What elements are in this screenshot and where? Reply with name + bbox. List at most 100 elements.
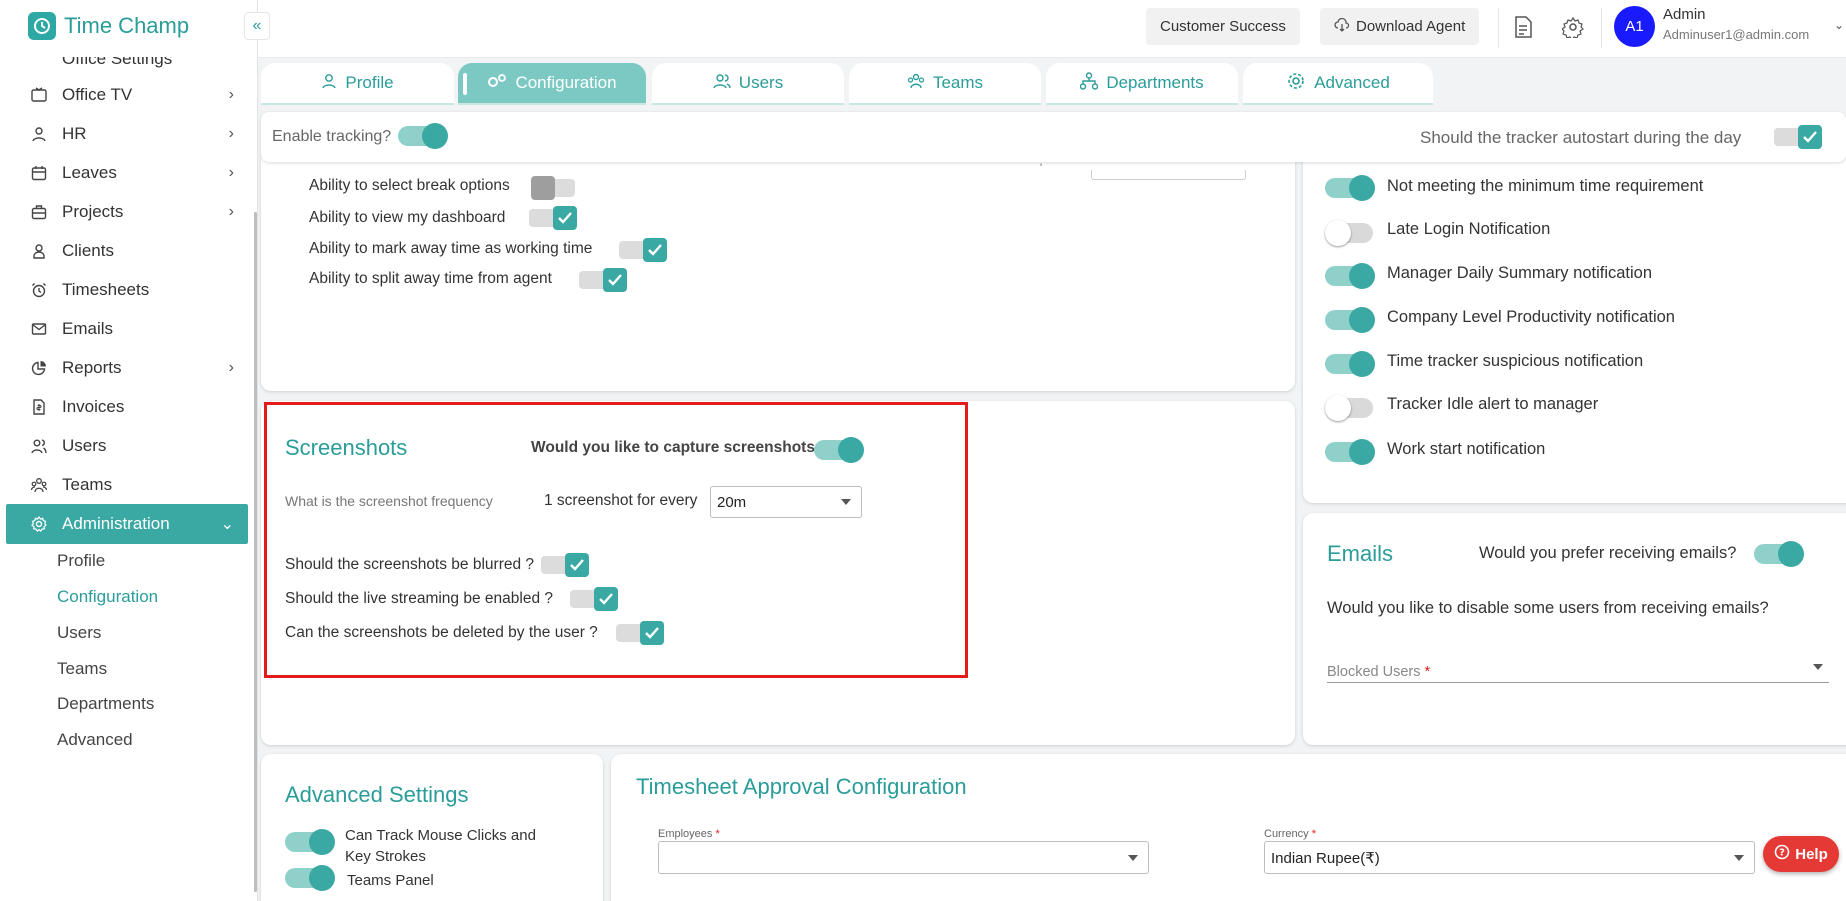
sidebar-item-projects[interactable]: Projects › [6,192,248,232]
work-start-notification-toggle[interactable] [1325,438,1377,466]
company-productivity-notification-toggle[interactable] [1325,306,1377,334]
notification-label: Company Level Productivity notification [1387,308,1675,326]
sidebar-scrollbar[interactable] [254,212,257,892]
settings-gear-icon[interactable] [1561,15,1585,39]
tracking-bar: Enable tracking? Should the tracker auto… [261,112,1846,162]
mail-icon [30,320,48,338]
sidebar-item-users[interactable]: Users [6,426,248,466]
divider [1601,8,1602,48]
min-time-notification-toggle[interactable] [1325,174,1377,202]
sidebar-item-emails[interactable]: Emails [6,309,248,349]
download-agent-button[interactable]: Download Agent [1320,8,1480,45]
chevron-right-icon: › [228,86,234,103]
suspicious-notification-toggle[interactable] [1325,350,1377,378]
autostart-checkbox-toggle[interactable] [1774,125,1824,149]
sidebar-subitem-advanced[interactable]: Advanced [57,730,133,750]
sidebar-item-clients[interactable]: Clients [6,231,248,271]
chevron-right-icon: › [228,203,234,220]
invoice-icon [30,398,48,416]
sidebar-item-office-settings[interactable]: Office Settings [6,57,248,69]
pie-icon [30,359,48,377]
employees-select[interactable] [658,841,1149,874]
customer-success-label: Customer Success [1160,18,1286,35]
sidebar-item-administration[interactable]: Administration ⌄ [6,504,248,544]
dropdown-arrow-icon [1813,664,1823,670]
user-name[interactable]: Admin [1663,6,1706,23]
client-icon [30,242,48,260]
sidebar: Time Champ Office Settings Office TV › HR ›… [0,0,258,901]
currency-select[interactable]: Indian Rupee(₹) [1264,841,1755,874]
emails-card: Emails Would you prefer receiving emails… [1303,513,1846,745]
mouse-clicks-toggle[interactable] [285,828,337,856]
sidebar-item-timesheets[interactable]: Timesheets [6,270,248,310]
sidebar-subitem-users[interactable]: Users [57,623,101,643]
tab-departments[interactable]: Departments [1046,63,1238,105]
required-mark: * [715,828,720,840]
sidebar-subitem-teams[interactable]: Teams [57,659,107,679]
tab-teams[interactable]: Teams [849,63,1041,105]
sidebar-item-label: Office TV [62,85,133,104]
view-dashboard-toggle[interactable] [529,206,579,230]
tab-configuration[interactable]: Configuration [458,63,646,105]
enable-tracking-toggle[interactable] [398,122,450,150]
sidebar-item-label: Users [62,436,107,455]
tab-label: Departments [1106,73,1204,92]
sidebar-item-label: Emails [62,319,114,338]
calendar-icon [30,164,48,182]
ability-label: Ability to split away time from agent [309,270,552,287]
away-time-working-toggle[interactable] [619,238,669,262]
notification-label: Late Login Notification [1387,220,1551,238]
sidebar-item-label: Timesheets [62,280,150,299]
users-icon [30,437,48,455]
partial-input-field[interactable] [1091,170,1246,180]
svg-text:?: ? [1779,848,1785,859]
help-button[interactable]: ? Help [1763,836,1839,872]
break-options-toggle[interactable] [531,176,581,200]
app-name: Time Champ [64,13,190,38]
customer-success-button[interactable]: Customer Success [1146,8,1300,45]
tab-profile[interactable]: Profile [261,63,454,105]
chevron-right-icon: › [228,359,234,376]
tab-label: Configuration [515,73,617,92]
prefer-emails-toggle[interactable] [1754,540,1806,568]
partial-label-mark: ' [1040,162,1043,174]
idle-alert-notification-toggle[interactable] [1325,394,1377,422]
late-login-notification-toggle[interactable] [1325,219,1377,247]
user-avatar[interactable]: A1 [1614,6,1655,47]
document-icon[interactable] [1511,15,1535,39]
ability-label: Ability to select break options [309,177,510,194]
teams-panel-toggle[interactable] [285,864,337,892]
tab-advanced[interactable]: Advanced [1243,63,1433,105]
sidebar-subitem-configuration[interactable]: Configuration [57,587,158,607]
users-icon [713,73,731,94]
dropdown-arrow-icon [1734,854,1744,861]
download-agent-label: Download Agent [1356,18,1466,35]
split-away-time-toggle[interactable] [579,268,629,292]
help-circle-icon: ? [1774,844,1790,864]
divider [1498,8,1499,48]
sidebar-item-reports[interactable]: Reports › [6,348,248,388]
app-logo[interactable]: Time Champ [28,12,189,40]
collapse-sidebar-button[interactable]: « [244,12,270,40]
autostart-label: Should the tracker autostart during the … [1420,128,1742,147]
sidebar-item-office-tv[interactable]: Office TV › [6,75,248,115]
manager-summary-notification-toggle[interactable] [1325,262,1377,290]
currency-field-label: Currency * [1264,828,1316,840]
sidebar-item-label: Clients [62,241,114,260]
briefcase-icon [30,203,48,221]
sidebar-item-label: Teams [62,475,113,494]
user-menu-chevron-icon[interactable]: ⌄ [1834,18,1844,32]
sidebar-subitem-departments[interactable]: Departments [57,694,154,714]
advanced-settings-card: Advanced Settings Can Track Mouse Clicks… [261,754,603,901]
sidebar-item-teams[interactable]: Teams [6,465,248,505]
sidebar-item-leaves[interactable]: Leaves › [6,153,248,193]
tab-users[interactable]: Users [652,63,844,105]
sidebar-item-invoices[interactable]: Invoices [6,387,248,427]
tab-label: Advanced [1314,73,1390,92]
chevron-down-icon: ⌄ [220,516,234,533]
sidebar-subitem-profile[interactable]: Profile [57,551,105,571]
help-label: Help [1795,845,1828,863]
tab-label: Teams [932,73,984,92]
blocked-users-select[interactable]: Blocked Users * [1327,649,1829,683]
sidebar-item-hr[interactable]: HR › [6,114,248,154]
